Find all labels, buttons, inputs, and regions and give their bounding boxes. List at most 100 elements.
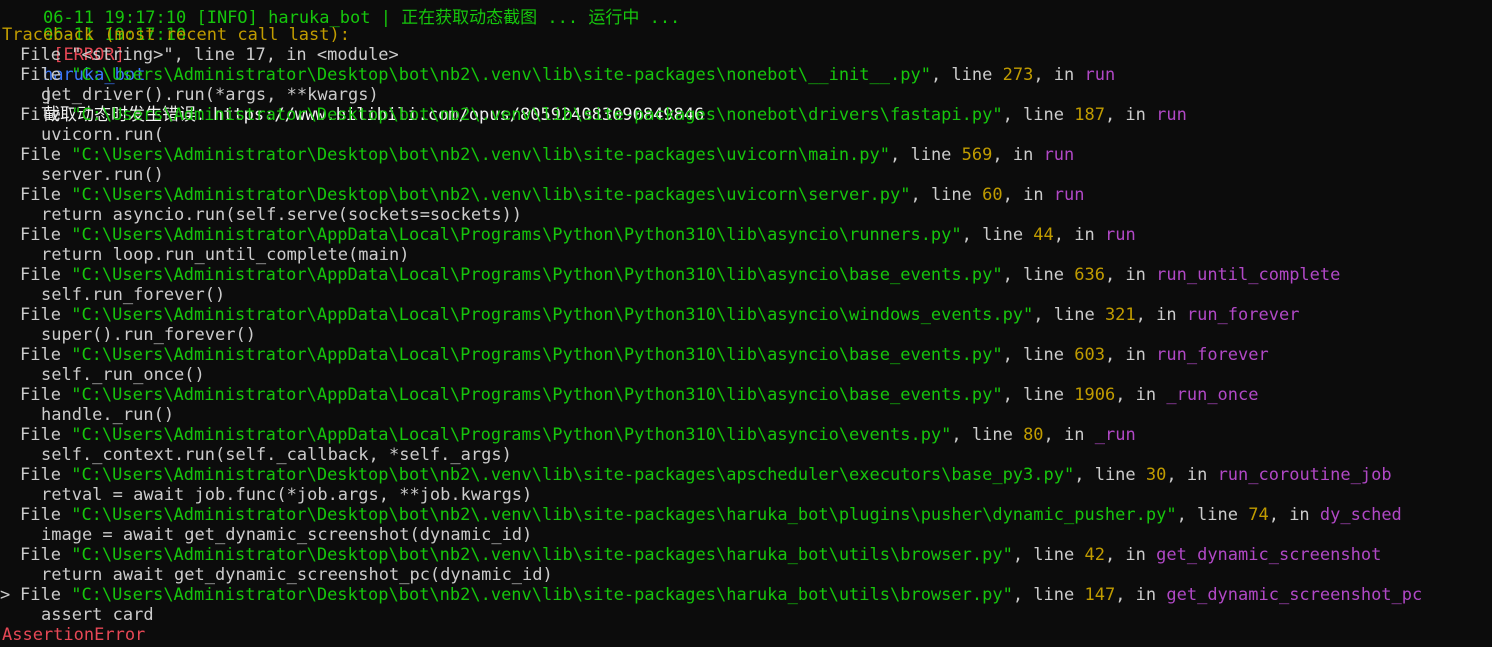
frame-code-line: return await get_dynamic_screenshot_pc(d…	[41, 565, 553, 585]
frame-code-line: server.run()	[41, 165, 164, 185]
frame-path: "C:\Users\Administrator\AppData\Local\Pr…	[71, 305, 1034, 325]
frame-path: "<string>"	[71, 45, 174, 65]
frame-function: run_forever	[1156, 345, 1269, 365]
frame-function: run	[1104, 225, 1136, 245]
frame-path: "C:\Users\Administrator\Desktop\bot\nb2\…	[71, 465, 1075, 485]
frame-code-line: assert card	[41, 605, 154, 625]
frame-file-keyword: File	[20, 45, 61, 65]
exception-name: AssertionError	[2, 625, 146, 645]
frame-line-label: , line	[1002, 345, 1075, 365]
frame-line-label: , line	[1002, 265, 1075, 285]
frame-code-line: self.run_forever()	[41, 285, 226, 305]
frame-line-label: , line	[890, 145, 962, 165]
frame-in-label: , in	[1104, 545, 1157, 565]
frame-file-line: File "C:\Users\Administrator\Desktop\bot…	[2, 105, 1187, 125]
frame-function: get_dynamic_screenshot	[1156, 545, 1382, 565]
frame-path: "C:\Users\Administrator\AppData\Local\Pr…	[71, 225, 962, 245]
frame-function: run_until_complete	[1156, 265, 1341, 285]
frame-file-keyword: File	[20, 345, 61, 365]
frame-code-line: get_driver().run(*args, **kwargs)	[41, 85, 379, 105]
frame-file-line: File "C:\Users\Administrator\Desktop\bot…	[2, 505, 1402, 525]
frame-function: run	[1053, 185, 1085, 205]
frame-file-line: File "<string>", line 17, in <module>	[2, 45, 399, 65]
frame-in-label: , in	[1115, 585, 1167, 605]
frame-line-number: 30	[1145, 465, 1167, 485]
frame-code-line: super().run_forever()	[41, 325, 256, 345]
frame-in-label: , in	[1104, 105, 1157, 125]
frame-function: run_coroutine_job	[1217, 465, 1392, 485]
frame-file-line: File "C:\Users\Administrator\AppData\Loc…	[2, 425, 1136, 445]
frame-code-line: retval = await job.func(*job.args, **job…	[41, 485, 533, 505]
frame-line-label: , line	[1033, 305, 1105, 325]
frame-line-number: 603	[1074, 345, 1105, 365]
frame-function: run_forever	[1186, 305, 1300, 325]
frame-in-label: , in	[1043, 425, 1095, 445]
frame-line-label: , line	[1012, 585, 1085, 605]
traceback-header: Traceback (most recent call last):	[2, 25, 350, 45]
frame-path: "C:\Users\Administrator\AppData\Local\Pr…	[71, 265, 1003, 285]
frame-line-label: , line	[1074, 465, 1146, 485]
frame-function: <module>	[316, 45, 399, 65]
frame-function: _run_once	[1166, 385, 1259, 405]
frame-file-line: File "C:\Users\Administrator\AppData\Loc…	[2, 345, 1269, 365]
frame-file-line: File "C:\Users\Administrator\AppData\Loc…	[2, 305, 1299, 325]
frame-file-keyword: File	[20, 545, 61, 565]
frame-file-keyword: File	[20, 505, 61, 525]
frame-in-label: , in	[1033, 65, 1085, 85]
frame-file-line: File "C:\Users\Administrator\Desktop\bot…	[2, 465, 1392, 485]
frame-in-label: , in	[1115, 385, 1167, 405]
frame-function: run	[1084, 65, 1116, 85]
frame-line-label: , line	[1176, 505, 1249, 525]
frame-line-label: , line	[930, 65, 1003, 85]
frame-line-number: 636	[1074, 265, 1105, 285]
frame-line-number: 74	[1248, 505, 1269, 525]
frame-path: "C:\Users\Administrator\AppData\Local\Pr…	[71, 345, 1003, 365]
frame-path: "C:\Users\Administrator\Desktop\bot\nb2\…	[71, 585, 1013, 605]
frame-path: "C:\Users\Administrator\Desktop\bot\nb2\…	[71, 105, 1003, 125]
frame-in-label: , in	[1104, 345, 1157, 365]
frame-file-line: File "C:\Users\Administrator\AppData\Loc…	[2, 265, 1340, 285]
frame-path: "C:\Users\Administrator\AppData\Local\Pr…	[71, 425, 952, 445]
frame-file-keyword: File	[20, 305, 61, 325]
frame-function: get_dynamic_screenshot_pc	[1166, 585, 1423, 605]
frame-file-keyword: File	[20, 265, 61, 285]
frame-line-number: 321	[1104, 305, 1136, 325]
frame-line-number: 1906	[1074, 385, 1116, 405]
frame-path: "C:\Users\Administrator\Desktop\bot\nb2\…	[71, 145, 890, 165]
frame-line-label: , line	[951, 425, 1024, 445]
frame-in-label: , in	[1268, 505, 1320, 525]
frame-file-line: File "C:\Users\Administrator\Desktop\bot…	[2, 545, 1381, 565]
frame-line-label: , line	[1002, 385, 1075, 405]
frame-path: "C:\Users\Administrator\Desktop\bot\nb2\…	[71, 505, 1177, 525]
frame-line-label: , line	[1002, 105, 1075, 125]
frame-line-number: 17	[245, 45, 266, 65]
frame-line-number: 60	[982, 185, 1003, 205]
frame-code-line: self._context.run(self._callback, *self.…	[41, 445, 512, 465]
terminal-window[interactable]: 06-11 19:17:10 [INFO] haruka_bot | 正在获取动…	[0, 0, 1492, 647]
frame-in-label: , in	[265, 45, 317, 65]
frame-code-line: handle._run()	[41, 405, 175, 425]
frame-in-label: , in	[1053, 225, 1105, 245]
frame-line-label: , line	[961, 225, 1034, 245]
frame-file-keyword: File	[20, 385, 61, 405]
frame-in-label: , in	[1002, 185, 1054, 205]
frame-in-label: , in	[1166, 465, 1218, 485]
frame-line-number: 147	[1084, 585, 1116, 605]
frame-code-line: self._run_once()	[41, 365, 205, 385]
frame-function: run	[1156, 105, 1187, 125]
frame-code-line: return asyncio.run(self.serve(sockets=so…	[41, 205, 523, 225]
frame-file-line: File "C:\Users\Administrator\Desktop\bot…	[2, 185, 1085, 205]
frame-file-line: File "C:\Users\Administrator\Desktop\bot…	[2, 145, 1074, 165]
frame-file-keyword: File	[20, 585, 61, 605]
frame-code-line: image = await get_dynamic_screenshot(dyn…	[41, 525, 533, 545]
frame-line-number: 273	[1002, 65, 1034, 85]
frame-path: "C:\Users\Administrator\Desktop\bot\nb2\…	[71, 545, 1013, 565]
frame-function: dy_sched	[1319, 505, 1402, 525]
frame-file-line: File "C:\Users\Administrator\Desktop\bot…	[2, 65, 1115, 85]
frame-code-line: uvicorn.run(	[41, 125, 164, 145]
frame-file-keyword: File	[20, 225, 61, 245]
frame-path: "C:\Users\Administrator\Desktop\bot\nb2\…	[71, 65, 931, 85]
frame-line-number: 80	[1023, 425, 1044, 445]
frame-code-line: return loop.run_until_complete(main)	[41, 245, 410, 265]
frame-line-number: 569	[961, 145, 993, 165]
